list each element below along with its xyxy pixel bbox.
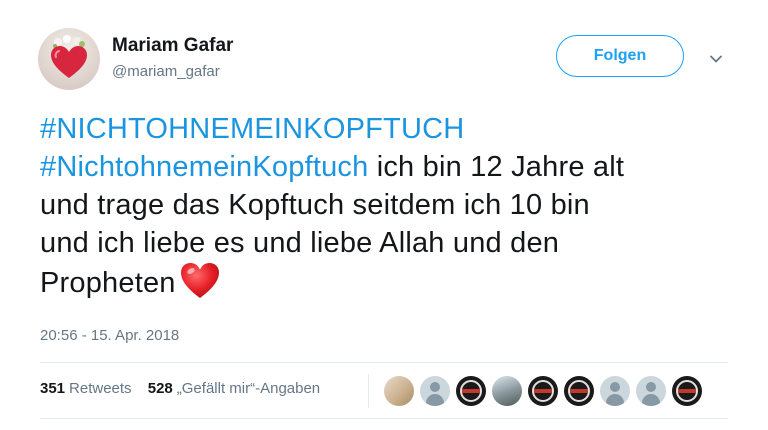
avatar-head-shape: [610, 382, 620, 392]
liker-avatar-logo[interactable]: [528, 376, 558, 406]
tweet-line: Propheten: [40, 262, 740, 300]
liker-avatar[interactable]: [492, 376, 522, 406]
liker-avatar-logo[interactable]: [456, 376, 486, 406]
author-handle[interactable]: @mariam_gafar: [112, 63, 220, 80]
stats-separator: [368, 374, 369, 408]
avatar-body-shape: [642, 394, 660, 406]
hashtag-link[interactable]: #NichtohnemeinKopftuch: [40, 151, 368, 183]
liker-avatar-logo[interactable]: [672, 376, 702, 406]
tweet-timestamp[interactable]: 20:56 - 15. Apr. 2018: [40, 327, 179, 344]
avatar-head-shape: [646, 382, 656, 392]
divider: [40, 418, 728, 419]
tweet-line-text: ich bin 12 Jahre alt: [368, 151, 625, 183]
follow-button[interactable]: Folgen: [556, 35, 684, 77]
tweet-card: Mariam Gafar @mariam_gafar Folgen #NICHT…: [0, 0, 768, 430]
avatar-body-shape: [426, 394, 444, 406]
chevron-down-icon[interactable]: [708, 51, 724, 67]
red-heart-emoji-icon: [180, 263, 219, 298]
tweet-text: #NICHTOHNEMEINKOPFTUCH #NichtohnemeinKop…: [40, 110, 740, 300]
liker-avatar[interactable]: [384, 376, 414, 406]
divider: [40, 362, 728, 363]
liker-avatar-logo[interactable]: [564, 376, 594, 406]
likes-count: 528: [147, 380, 173, 397]
avatar-head-shape: [430, 382, 440, 392]
tweet-stats: 351 Retweets 528 „Gefällt mir“-Angaben: [40, 380, 332, 397]
tweet-line: und ich liebe es und liebe Allah und den: [40, 224, 740, 262]
avatar[interactable]: [38, 28, 100, 90]
liker-avatar-default[interactable]: [636, 376, 666, 406]
tweet-line: #NICHTOHNEMEINKOPFTUCH: [40, 110, 740, 148]
tweet-line-text: und trage das Kopftuch seitdem ich 10 bi…: [40, 189, 590, 221]
retweets-stat[interactable]: 351 Retweets: [40, 380, 132, 397]
likes-label: „Gefällt mir“-Angaben: [176, 380, 321, 397]
logo-bar-shape: [534, 389, 552, 393]
tweet-line: und trage das Kopftuch seitdem ich 10 bi…: [40, 186, 740, 224]
avatar-body-shape: [606, 394, 624, 406]
retweets-label: Retweets: [69, 380, 132, 397]
liker-avatar-default[interactable]: [420, 376, 450, 406]
logo-bar-shape: [570, 389, 588, 393]
logo-bar-shape: [462, 389, 480, 393]
author-name[interactable]: Mariam Gafar: [112, 35, 233, 57]
liker-avatar-default[interactable]: [600, 376, 630, 406]
likes-stat[interactable]: 528 „Gefällt mir“-Angaben: [148, 380, 320, 397]
heart-icon: [51, 46, 87, 78]
logo-bar-shape: [678, 389, 696, 393]
tweet-line-text: und ich liebe es und liebe Allah und den: [40, 227, 560, 259]
tweet-line-text: Propheten: [40, 267, 176, 299]
tweet-line: #NichtohnemeinKopftuch ich bin 12 Jahre …: [40, 148, 740, 186]
hashtag-link[interactable]: #NICHTOHNEMEINKOPFTUCH: [40, 113, 464, 145]
retweets-count: 351: [40, 380, 66, 397]
